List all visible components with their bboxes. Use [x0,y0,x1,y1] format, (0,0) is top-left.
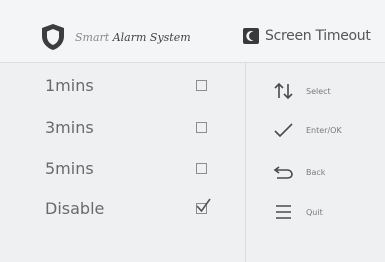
option-3mins[interactable]: 3mins [0,112,245,142]
help-back: Back [272,161,325,183]
header: Smart Alarm System Screen Timeout [0,0,385,63]
help-label: Enter/OK [306,125,342,135]
brand-name: Smart Alarm System [75,31,191,44]
brand-prefix: Smart [75,30,113,44]
option-checkbox[interactable] [196,122,207,133]
option-5mins[interactable]: 5mins [0,153,245,183]
shield-icon [42,24,64,50]
option-disable[interactable]: Disable [0,193,245,223]
help-label: Back [306,167,326,177]
checkmark-icon [274,123,293,138]
help-select: Select [272,80,331,102]
option-checkbox[interactable] [196,80,207,91]
moon-icon [243,28,259,44]
menu-icon [276,205,291,219]
back-arrow-icon [273,166,293,179]
help-quit: Quit [272,201,323,223]
checkmark-icon [196,198,211,213]
page-title: Screen Timeout [243,28,371,44]
option-checkbox[interactable] [196,163,207,174]
panel-divider [245,62,246,262]
screen-timeout-screen: Smart Alarm System Screen Timeout 1mins … [0,0,385,262]
option-label: Disable [45,199,105,218]
help-label: Select [306,86,331,96]
brand-main: Alarm System [112,30,191,44]
option-label: 5mins [45,159,94,178]
option-1mins[interactable]: 1mins [0,70,245,100]
help-label: Quit [306,207,323,217]
option-label: 3mins [45,118,94,137]
option-label: 1mins [45,76,94,95]
page-title-text: Screen Timeout [265,28,371,44]
brand: Smart Alarm System [40,23,191,51]
up-down-arrows-icon [274,82,293,100]
help-enter: Enter/OK [272,119,342,141]
